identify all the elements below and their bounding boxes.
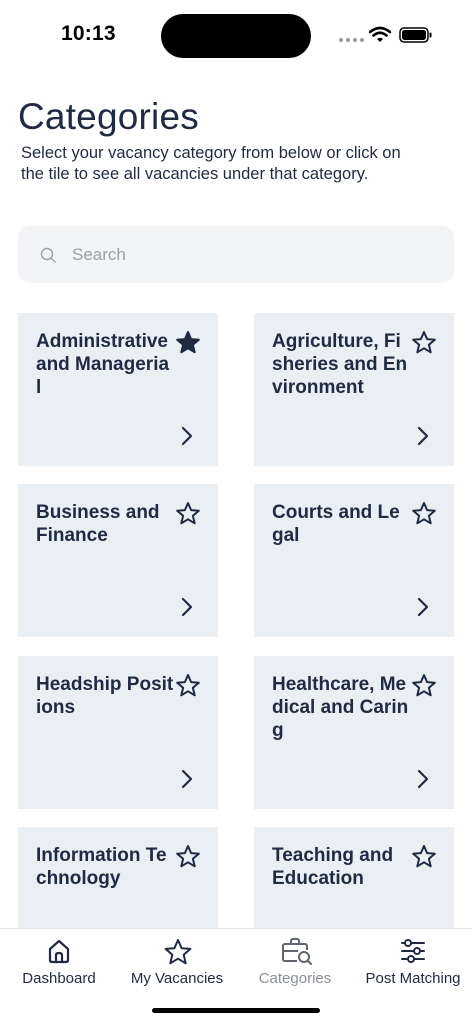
category-tile-title: Information Technology — [36, 845, 167, 889]
favorite-star-icon[interactable] — [411, 501, 437, 526]
sliders-icon — [401, 939, 425, 963]
tab-dashboard[interactable]: Dashboard — [0, 929, 118, 999]
category-tile-title: Administrative and Managerial — [36, 331, 170, 398]
favorite-star-icon[interactable] — [411, 330, 437, 355]
tab-label: Categories — [258, 970, 332, 987]
chevron-right-icon — [181, 426, 193, 446]
favorite-star-icon[interactable] — [175, 330, 201, 355]
chevron-right-icon — [181, 769, 193, 789]
category-tile-title: Headship Positions — [36, 674, 174, 718]
tab-label: My Vacancies — [130, 970, 224, 987]
tab-label: Post Matching — [365, 970, 461, 987]
dynamic-island — [161, 14, 311, 58]
signal-icon — [339, 38, 364, 42]
category-tile[interactable]: Healthcare, Medical and Caring — [254, 656, 454, 809]
tab-label: Dashboard — [22, 970, 96, 987]
chevron-right-icon — [417, 426, 429, 446]
category-tile[interactable]: Headship Positions — [18, 656, 218, 809]
favorite-star-icon[interactable] — [411, 673, 437, 698]
category-tile-title: Healthcare, Medical and Caring — [272, 674, 409, 741]
category-tile-title: Courts and Legal — [272, 502, 400, 546]
search-icon — [40, 247, 56, 263]
battery-icon — [399, 27, 432, 43]
home-icon — [48, 939, 70, 964]
briefcase-search-icon — [282, 938, 312, 965]
status-bar: 10:13 — [0, 0, 472, 70]
category-tile[interactable]: Business and Finance — [18, 484, 218, 637]
chevron-right-icon — [417, 769, 429, 789]
favorite-star-icon[interactable] — [175, 844, 201, 869]
star-icon — [164, 939, 192, 965]
favorite-star-icon[interactable] — [175, 673, 201, 698]
search-input[interactable] — [72, 226, 432, 283]
wifi-icon — [369, 26, 391, 42]
tab-categories[interactable]: Categories — [236, 929, 354, 999]
favorite-star-icon[interactable] — [411, 844, 437, 869]
category-tile-title: Agriculture, Fisheries and Environment — [272, 331, 408, 398]
status-time: 10:13 — [61, 22, 116, 45]
tab-my-vacancies[interactable]: My Vacancies — [118, 929, 236, 999]
favorite-star-icon[interactable] — [175, 501, 201, 526]
category-tile-title: Teaching and Education — [272, 845, 394, 889]
category-tile[interactable]: Courts and Legal — [254, 484, 454, 637]
page-subtitle: Select your vacancy category from below … — [21, 144, 401, 183]
home-indicator — [152, 1008, 320, 1013]
category-tile[interactable]: Administrative and Managerial — [18, 313, 218, 466]
tab-post-matching[interactable]: Post Matching — [354, 929, 472, 999]
chevron-right-icon — [181, 597, 193, 617]
page-title: Categories — [18, 96, 199, 137]
search-bar[interactable] — [18, 226, 454, 283]
chevron-right-icon — [417, 597, 429, 617]
category-tile-title: Business and Finance — [36, 502, 160, 546]
category-tile[interactable]: Agriculture, Fisheries and Environment — [254, 313, 454, 466]
